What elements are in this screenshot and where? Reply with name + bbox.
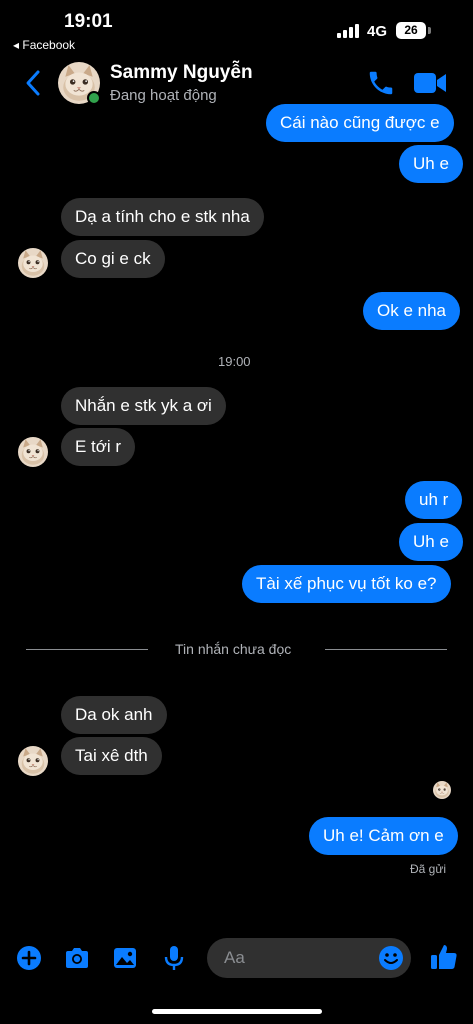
microphone-icon[interactable]: [160, 944, 188, 972]
outgoing-message[interactable]: Cái nào cũng được e: [266, 104, 454, 142]
signal-icon: [337, 24, 361, 38]
camera-icon[interactable]: [63, 944, 91, 972]
avatar[interactable]: [18, 437, 48, 467]
incoming-message[interactable]: Tai xê dth: [61, 737, 162, 775]
status-time: 19:01: [64, 11, 113, 32]
incoming-message[interactable]: E tới r: [61, 428, 136, 466]
phone-icon[interactable]: [366, 68, 396, 98]
thumbs-up-icon[interactable]: [429, 942, 459, 972]
battery-tip: [428, 27, 431, 34]
divider: [26, 649, 148, 650]
plus-circle-icon[interactable]: [15, 944, 43, 972]
emoji-icon[interactable]: [378, 945, 404, 971]
outgoing-message[interactable]: uh r: [405, 481, 463, 519]
network-type: 4G: [367, 23, 388, 40]
contact-name[interactable]: Sammy Nguyễn: [110, 62, 253, 84]
seen-avatar: [433, 781, 451, 799]
message-timestamp: 19:00: [218, 354, 251, 369]
incoming-message[interactable]: Nhắn e stk yk a ơi: [61, 387, 226, 425]
outgoing-message[interactable]: Ok e nha: [363, 292, 460, 330]
outgoing-message[interactable]: Uh e: [399, 145, 463, 183]
unread-divider-label: Tin nhắn chưa đọc: [175, 641, 292, 657]
divider: [325, 649, 447, 650]
incoming-message[interactable]: Dạ a tính cho e stk nha: [61, 198, 264, 236]
incoming-message[interactable]: Co gi e ck: [61, 240, 165, 278]
back-to-app-link[interactable]: ◂ Facebook: [13, 38, 75, 52]
battery-icon: 26: [396, 22, 426, 39]
outgoing-message[interactable]: Uh e: [399, 523, 463, 561]
back-chevron-icon[interactable]: [20, 66, 46, 100]
home-indicator: [152, 1009, 322, 1014]
avatar[interactable]: [18, 746, 48, 776]
online-indicator: [87, 91, 101, 105]
image-icon[interactable]: [111, 944, 139, 972]
avatar[interactable]: [18, 248, 48, 278]
message-input-placeholder[interactable]: Aa: [224, 948, 245, 968]
contact-status: Đang hoạt động: [110, 87, 217, 104]
video-camera-icon[interactable]: [413, 70, 447, 96]
outgoing-message[interactable]: Uh e! Cảm ơn e: [309, 817, 458, 855]
outgoing-message[interactable]: Tài xế phục vụ tốt ko e?: [242, 565, 451, 603]
sent-status: Đã gửi: [410, 862, 447, 876]
incoming-message[interactable]: Da ok anh: [61, 696, 167, 734]
